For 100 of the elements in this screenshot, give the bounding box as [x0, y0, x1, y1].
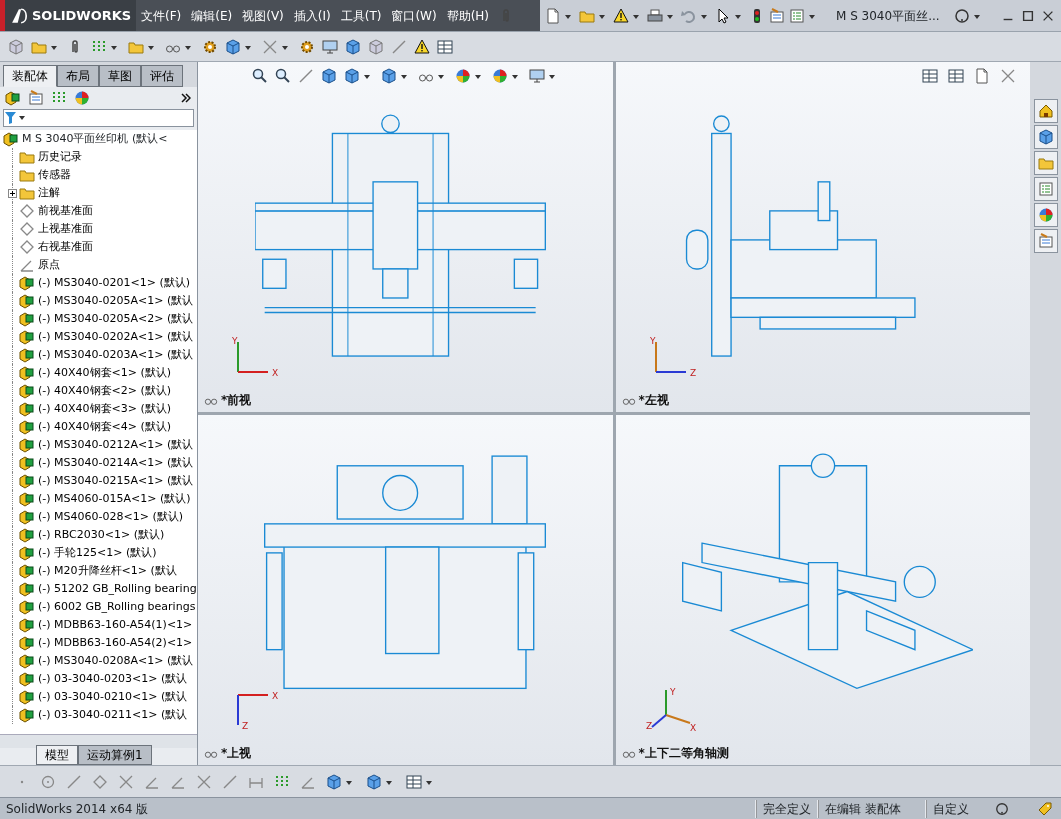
- view-orientation-icon[interactable]: [343, 68, 360, 84]
- units-text[interactable]: 自定义: [925, 799, 975, 818]
- tree-item[interactable]: (-) 40X40钢套<1> (默认): [38, 364, 172, 382]
- tree-item[interactable]: (-) 03-3040-0210<1> (默认: [38, 688, 188, 706]
- circle-icon[interactable]: [40, 773, 56, 790]
- tree-item[interactable]: (-) MS3040-0215A<1> (默认: [38, 472, 194, 490]
- gear-icon[interactable]: [202, 38, 218, 55]
- tree-item[interactable]: (-) MS4060-015A<1> (默认): [38, 490, 191, 508]
- menu-item[interactable]: 工具(T): [335, 6, 387, 25]
- tree-item[interactable]: (-) MS3040-0205A<2> (默认: [38, 310, 194, 328]
- printer-icon[interactable]: [647, 7, 663, 24]
- tree-item[interactable]: (-) 03-3040-0203<1> (默认: [38, 670, 188, 688]
- shaded-cube-icon[interactable]: [366, 773, 382, 790]
- cube-icon[interactable]: [326, 773, 342, 790]
- tree-item[interactable]: (-) RBC2030<1> (默认): [38, 526, 165, 544]
- tree-item[interactable]: (-) 40X40钢套<4> (默认): [38, 418, 172, 436]
- menu-item[interactable]: 窗口(W): [386, 6, 442, 25]
- tree-item[interactable]: (-) 51202 GB_Rolling bearing: [38, 580, 197, 598]
- caret-icon[interactable]: [362, 72, 371, 80]
- new-document-icon[interactable]: [545, 7, 561, 24]
- warning-icon[interactable]: [414, 38, 430, 55]
- line-icon[interactable]: [66, 773, 82, 790]
- menu-item[interactable]: 文件(F): [136, 6, 187, 25]
- tree-item[interactable]: (-) MS3040-0203A<1> (默认: [38, 346, 194, 364]
- gear-icon[interactable]: [299, 38, 315, 55]
- tree-item[interactable]: (-) MS3040-0208A<1> (默认: [38, 652, 194, 670]
- cube-icon[interactable]: [345, 38, 361, 55]
- design-library-icon[interactable]: [1037, 129, 1054, 145]
- horizontal-scrollbar[interactable]: [0, 734, 197, 748]
- tree-item[interactable]: 历史记录: [38, 148, 82, 166]
- tree-item[interactable]: 前视基准面: [38, 202, 93, 220]
- tree-item[interactable]: (-) 03-3040-0211<1> (默认: [38, 706, 188, 724]
- appearances-icon[interactable]: [1037, 207, 1054, 223]
- sheet-tab[interactable]: 运动算例1: [78, 745, 152, 765]
- property-tab-icon[interactable]: [28, 90, 44, 106]
- tree-item[interactable]: (-) M20升降丝杆<1> (默认: [38, 562, 177, 580]
- tree-item[interactable]: (-) MDBB63-160-A54(2)<1>: [38, 634, 193, 652]
- appearance-icon[interactable]: [454, 68, 471, 84]
- caret-icon[interactable]: [547, 72, 556, 80]
- expand-panel-icon[interactable]: [181, 93, 191, 103]
- help-icon[interactable]: [953, 7, 970, 24]
- tree-item[interactable]: (-) MS3040-0212A<1> (默认: [38, 436, 194, 454]
- tree-item[interactable]: 右视基准面: [38, 238, 93, 256]
- sheet-tab[interactable]: 模型: [36, 745, 78, 765]
- maximize-icon[interactable]: [1021, 8, 1035, 23]
- zoom-icon[interactable]: [251, 68, 268, 84]
- display-style-icon[interactable]: [380, 68, 397, 84]
- table-icon[interactable]: [437, 38, 453, 55]
- monitor-icon[interactable]: [322, 38, 338, 55]
- tree-item[interactable]: 注解: [38, 184, 60, 202]
- custom-properties-icon[interactable]: [1037, 233, 1054, 249]
- tag-icon[interactable]: [1037, 800, 1053, 817]
- tree-item[interactable]: (-) 40X40钢套<2> (默认): [38, 382, 172, 400]
- appearance-tab-icon[interactable]: [74, 90, 90, 106]
- tree-item[interactable]: 原点: [38, 256, 60, 274]
- tree-item[interactable]: (-) MS3040-0205A<1> (默认: [38, 292, 194, 310]
- tree-item[interactable]: M S 3040平面丝印机 (默认<: [22, 130, 168, 148]
- table-icon[interactable]: [406, 773, 422, 790]
- warning-icon[interactable]: [613, 7, 629, 24]
- view-layout-icon[interactable]: [948, 68, 964, 84]
- zoom-area-icon[interactable]: [274, 68, 291, 84]
- view-layout-icon[interactable]: [922, 68, 938, 84]
- menu-item[interactable]: 编辑(E): [186, 6, 238, 25]
- menu-item[interactable]: 视图(V): [237, 6, 289, 25]
- tree-item[interactable]: 上视基准面: [38, 220, 93, 238]
- menu-item[interactable]: 帮助(H): [441, 6, 495, 25]
- section-view-icon[interactable]: [320, 68, 337, 84]
- tree-item[interactable]: (-) MS3040-0214A<1> (默认: [38, 454, 194, 472]
- polygon-icon[interactable]: [92, 773, 108, 790]
- caret-icon[interactable]: [510, 72, 519, 80]
- caret-icon[interactable]: [436, 72, 445, 80]
- tree-item[interactable]: (-) 6002 GB_Rolling bearings: [38, 598, 196, 616]
- tree-item[interactable]: (-) MDBB63-160-A54(1)<1>: [38, 616, 193, 634]
- tree-item[interactable]: (-) MS4060-028<1> (默认): [38, 508, 183, 526]
- tree-item[interactable]: 传感器: [38, 166, 71, 184]
- cube-icon[interactable]: [225, 38, 241, 55]
- cursor-icon[interactable]: [715, 7, 731, 24]
- file-explorer-icon[interactable]: [1037, 155, 1054, 171]
- view-settings-icon[interactable]: [528, 68, 545, 84]
- command-tab[interactable]: 布局: [57, 65, 99, 87]
- menu-item[interactable]: 插入(I): [288, 6, 336, 25]
- help-icon[interactable]: [995, 801, 1009, 816]
- filter-icon[interactable]: [4, 111, 26, 125]
- feature-tree-tab-icon[interactable]: [5, 90, 21, 106]
- filter-field[interactable]: [3, 109, 194, 127]
- command-tab[interactable]: 评估: [141, 65, 183, 87]
- command-tab[interactable]: 草图: [99, 65, 141, 87]
- caret-icon[interactable]: [473, 72, 482, 80]
- cube-icon[interactable]: [368, 38, 384, 55]
- command-tab[interactable]: 装配体: [3, 65, 57, 87]
- scene-icon[interactable]: [491, 68, 508, 84]
- caret-icon[interactable]: [399, 72, 408, 80]
- insert-component-icon[interactable]: [8, 38, 24, 55]
- tree-item[interactable]: (-) MS3040-0202A<1> (默认: [38, 328, 194, 346]
- tree-item[interactable]: (-) 手轮125<1> (默认): [38, 544, 157, 562]
- tree-item[interactable]: (-) 40X40钢套<3> (默认): [38, 400, 172, 418]
- tree-item[interactable]: (-) MS3040-0201<1> (默认): [38, 274, 190, 292]
- home-icon[interactable]: [1037, 103, 1054, 119]
- view-palette-icon[interactable]: [1037, 181, 1054, 197]
- expand-icon[interactable]: [8, 188, 17, 198]
